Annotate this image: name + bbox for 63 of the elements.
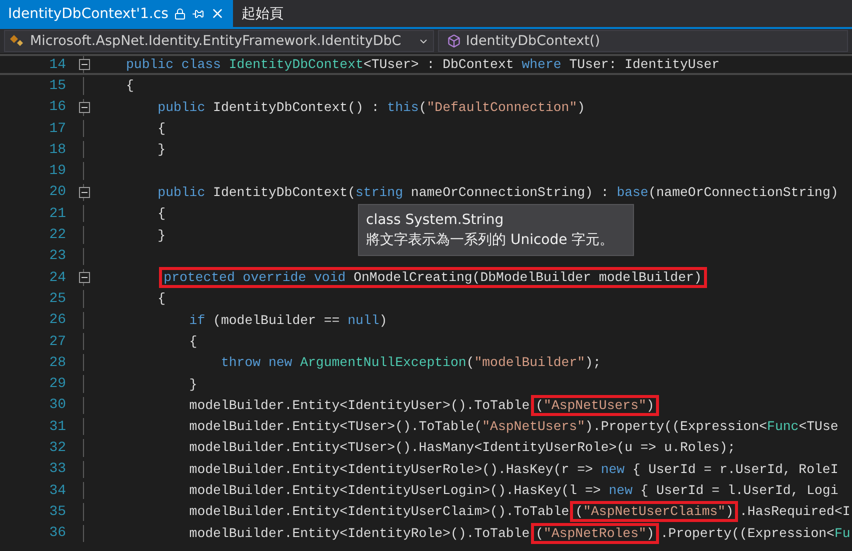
code-text: { [156, 291, 166, 306]
lock-icon[interactable] [174, 8, 186, 20]
editor-tab[interactable]: 起始頁 [233, 0, 292, 27]
line-number: 21 [48, 206, 66, 222]
code-text: public IdentityDbContext(string nameOrConnectionString) : base(nameOrConnectionString) [156, 184, 838, 200]
line-number: 25 [48, 290, 66, 307]
collapse-icon[interactable] [78, 186, 90, 198]
code-text: modelBuilder.Entity<IdentityUserClaim>().ToTable [188, 504, 570, 520]
scope-dropdown[interactable]: Microsoft.AspNet.Identity.EntityFramework.IdentityDbC [4, 30, 434, 52]
tooltip-title: class System.String [366, 211, 505, 230]
line-number: 27 [48, 334, 66, 350]
code-text: { [126, 78, 134, 94]
collapse-icon[interactable] [78, 272, 90, 284]
code-text: } [156, 142, 166, 158]
collapse-icon[interactable] [78, 59, 90, 70]
line-number: 19 [48, 163, 66, 180]
line-number: 23 [48, 248, 66, 264]
line-number: 14 [48, 56, 66, 73]
line-number: 30 [48, 397, 66, 414]
line-number: 29 [48, 376, 66, 392]
line-number: 36 [48, 525, 66, 542]
highlight-box: ("AspNetUserClaims") [570, 501, 738, 522]
line-number: 34 [48, 482, 66, 499]
code-text: if (modelBuilder == null) [188, 312, 388, 328]
code-text: } [188, 376, 198, 392]
line-number: 17 [48, 120, 66, 137]
class-icon [9, 34, 25, 48]
code-text: modelBuilder.Entity<IdentityUser>().ToTable [188, 398, 530, 413]
code-text: modelBuilder.Entity<IdentityUserLogin>().HasKey(l => new { UserId = l.UserId, Logi [188, 483, 838, 498]
code-text: { [188, 334, 198, 349]
highlight-box: ("AspNetRoles") [530, 522, 660, 544]
cube-icon [446, 34, 461, 48]
code-text: .HasRequired<I [739, 504, 850, 520]
member-dropdown[interactable]: IdentityDbContext() [438, 30, 848, 52]
line-number: 16 [48, 99, 66, 116]
line-number: 20 [48, 184, 66, 200]
editor-tab[interactable]: IdentityDbContext'1.cs [0, 0, 234, 27]
line-number: 15 [48, 78, 66, 94]
code-text: modelBuilder.Entity<IdentityUserRole>().HasKey(r => new { UserId = r.UserId, RoleI [188, 462, 838, 477]
collapse-icon[interactable] [78, 102, 90, 113]
line-number: 28 [48, 354, 66, 371]
code-text: modelBuilder.Entity<TUser>().ToTable("AspNetUsers").Property((Expression<Func<TUse [188, 419, 838, 434]
code-text: .Property((Expression<Fu [660, 526, 850, 541]
line-number: 18 [48, 142, 66, 158]
line-number: 26 [48, 312, 66, 328]
highlight-box: protected override void OnModelCreating(DbModelBuilder modelBuilder) [158, 267, 707, 288]
code-text: modelBuilder.Entity<TUser>().HasMany<IdentityUserRole>(u => u.Roles); [188, 440, 736, 456]
line-number: 32 [48, 440, 66, 456]
code-text: public IdentityDbContext() : this("DefaultConnection") [156, 100, 586, 115]
line-number: 35 [48, 504, 66, 520]
code-text: public class IdentityDbContext<TUser> : DbContext where TUser: IdentityUser [126, 57, 720, 72]
code-text: throw new ArgumentNullException("modelBuilder"); [220, 355, 601, 370]
line-number: 24 [48, 270, 66, 286]
tooltip-description: 將文字表示為一系列的 Unicode 字元。 [366, 231, 615, 250]
pin-icon[interactable] [192, 8, 204, 20]
highlight-box: ("AspNetUsers") [530, 394, 660, 416]
code-text: { [156, 121, 166, 136]
line-number: 22 [48, 227, 66, 244]
code-text: modelBuilder.Entity<IdentityRole>().ToTable [188, 526, 530, 541]
code-text: } [156, 228, 166, 243]
code-text: { [156, 206, 166, 222]
line-number: 31 [48, 418, 66, 435]
line-number: 33 [48, 461, 66, 478]
